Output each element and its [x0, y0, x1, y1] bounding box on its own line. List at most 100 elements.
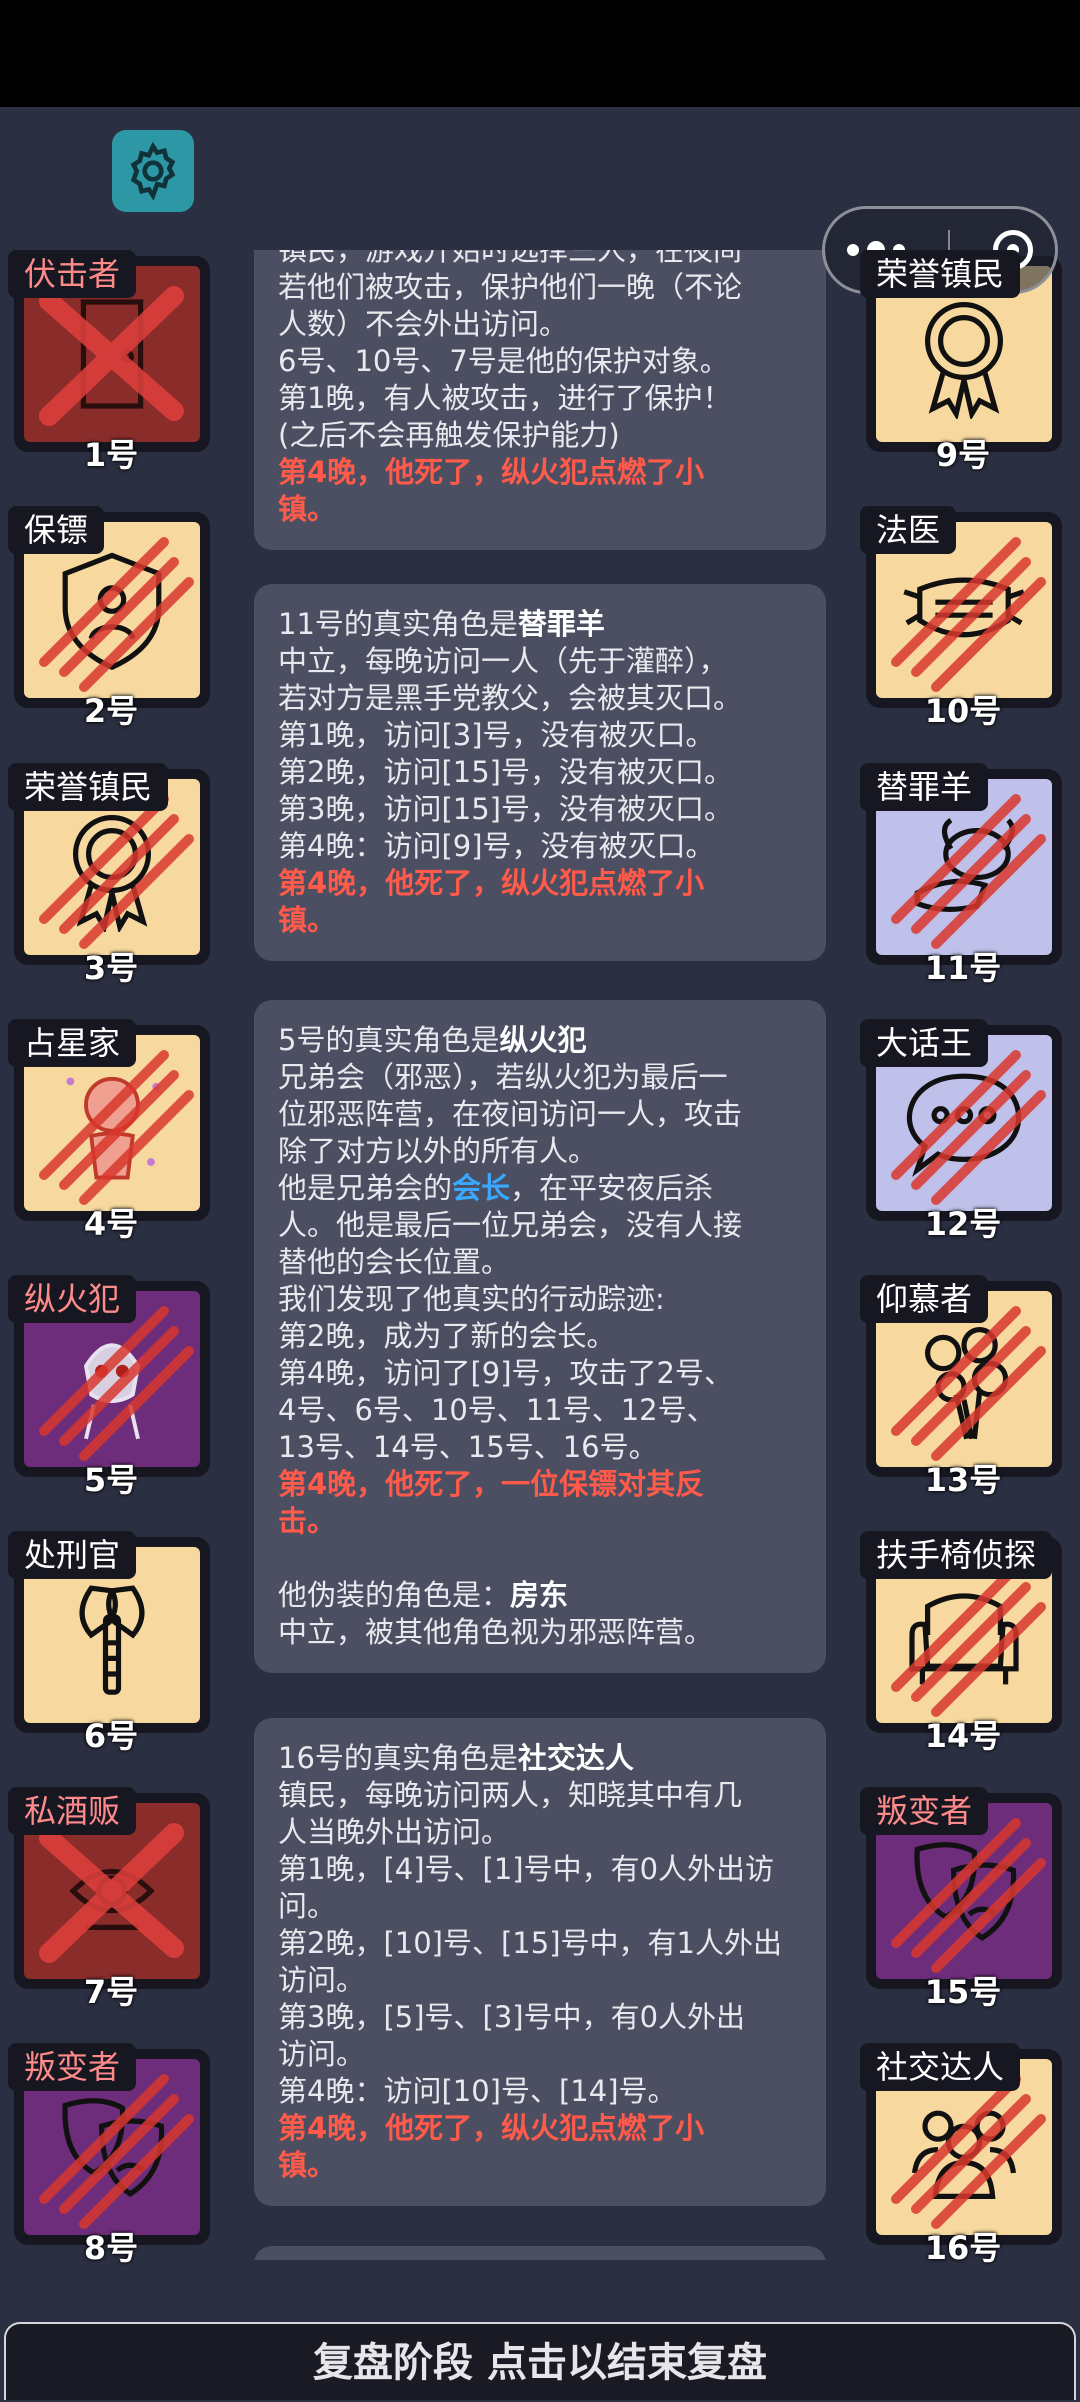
- death-note: 镇。: [278, 2148, 337, 2182]
- player-number: 2号: [83, 692, 139, 730]
- player-number: 15号: [924, 1973, 1002, 2011]
- message-line: 人。他是最后一位兄弟会，没有人接: [278, 1208, 743, 1242]
- role-label: 保镖: [8, 506, 105, 554]
- message-card: 5号的真实角色是纵火犯 兄弟会（邪恶），若纵火犯为最后一 位邪恶阵营，在夜间访问…: [254, 1000, 826, 1673]
- player-slot-4[interactable]: 占星家 4号: [8, 1019, 214, 1243]
- role-label: 叛变者: [8, 2043, 137, 2091]
- settings-button[interactable]: [112, 130, 194, 212]
- message-line: 第4晚，访问了[9]号，攻击了2号、: [278, 1356, 733, 1390]
- message-line: 访问。: [278, 1963, 366, 1997]
- player-slot-5[interactable]: 纵火犯 5号: [8, 1275, 214, 1499]
- player-number: 7号: [83, 1973, 139, 2011]
- message-line: 镇民，每晚访问两人，知晓其中有几: [278, 1778, 743, 1812]
- message-line: 第4晚：访问[10]号、[14]号。: [278, 2074, 677, 2108]
- player-number: 4号: [83, 1205, 139, 1243]
- player-number: 11号: [924, 949, 1002, 987]
- player-number: 8号: [83, 2229, 139, 2267]
- message-title: 11号的真实角色是替罪羊: [278, 607, 605, 641]
- message-card: [254, 2246, 826, 2260]
- message-line: 位邪恶阵营，在夜间访问一人，攻击: [278, 1097, 743, 1131]
- message-line: (之后不会再触发保护能力): [278, 418, 620, 452]
- message-line: 第1晚，有人被攻击，进行了保护！: [278, 381, 732, 415]
- review-message-list[interactable]: 镇民，游戏开始时选择三人，在夜间 若他们被攻击，保护他们一晚（不论 人数）不会外…: [254, 250, 826, 2260]
- player-slot-6[interactable]: 处刑官 6号: [8, 1531, 214, 1755]
- gear-icon: [130, 141, 176, 201]
- role-label: 叛变者: [860, 1787, 989, 1835]
- player-slot-3[interactable]: 荣誉镇民 3号: [8, 763, 214, 987]
- death-note: 镇。: [278, 903, 337, 937]
- death-note: 击。: [278, 1504, 337, 1538]
- message-line: 第1晚，访问[3]号，没有被灭口。: [278, 718, 715, 752]
- player-slot-7[interactable]: 私酒贩 7号: [8, 1787, 214, 2011]
- player-number: 9号: [935, 436, 991, 474]
- player-number: 1号: [83, 436, 139, 474]
- message-card: 16号的真实角色是社交达人 镇民，每晚访问两人，知晓其中有几 人当晚外出访问。 …: [254, 1718, 826, 2206]
- message-line: 13号、14号、15号、16号。: [278, 1430, 658, 1464]
- message-line: 第2晚，成为了新的会长。: [278, 1319, 616, 1353]
- death-note: 第4晚，他死了，一位保镖对其反: [278, 1467, 705, 1501]
- message-line: 若他们被攻击，保护他们一晚（不论: [278, 270, 743, 304]
- disguise-line: 他伪装的角色是：房东: [278, 1578, 569, 1612]
- player-number: 3号: [83, 949, 139, 987]
- message-line: 他是兄弟会的会长，在平安夜后杀: [278, 1171, 714, 1205]
- player-number: 14号: [924, 1717, 1002, 1755]
- message-line: 问。: [278, 1889, 337, 1923]
- role-label: 大话王: [860, 1019, 989, 1067]
- player-number: 6号: [83, 1717, 139, 1755]
- message-line: 6号、10号、7号是他的保护对象。: [278, 344, 729, 378]
- player-number: 13号: [924, 1461, 1002, 1499]
- role-label: 荣誉镇民: [8, 763, 169, 811]
- message-line: 镇民，游戏开始时选择三人，在夜间: [278, 250, 743, 267]
- player-slot-10[interactable]: 法医 10号: [860, 506, 1066, 730]
- message-line: 第1晚，[4]号、[1]号中，有0人外出访: [278, 1852, 775, 1886]
- role-label: 法医: [860, 506, 957, 554]
- player-slot-1[interactable]: 伏击者 1号: [8, 250, 214, 474]
- player-number: 10号: [924, 692, 1002, 730]
- role-label: 扶手椅侦探: [860, 1531, 1053, 1579]
- death-note: 第4晚，他死了，纵火犯点燃了小: [278, 866, 705, 900]
- message-title: 5号的真实角色是纵火犯: [278, 1023, 587, 1057]
- message-line: 替他的会长位置。: [278, 1245, 511, 1279]
- role-label: 仰慕者: [860, 1275, 989, 1323]
- role-label: 荣誉镇民: [860, 250, 1021, 298]
- message-card: 11号的真实角色是替罪羊 中立，每晚访问一人（先于灌醉）， 若对方是黑手党教父，…: [254, 584, 826, 961]
- role-label: 社交达人: [860, 2043, 1021, 2091]
- death-note: 第4晚，他死了，纵火犯点燃了小: [278, 2111, 705, 2145]
- message-title: 16号的真实角色是社交达人: [278, 1741, 634, 1775]
- role-label: 占星家: [8, 1019, 137, 1067]
- role-label: 伏击者: [8, 250, 137, 298]
- message-line: 第4晚：访问[9]号，没有被灭口。: [278, 829, 715, 863]
- message-line: 除了对方以外的所有人。: [278, 1134, 598, 1168]
- message-line: 若对方是黑手党教父，会被其灭口。: [278, 681, 743, 715]
- message-line: 第2晚，访问[15]号，没有被灭口。: [278, 755, 733, 789]
- message-line: 我们发现了他真实的行动踪迹:: [278, 1282, 665, 1316]
- message-line: 中立，每晚访问一人（先于灌醉），: [278, 644, 728, 678]
- message-line: 兄弟会（邪恶），若纵火犯为最后一: [278, 1060, 728, 1094]
- message-line: 访问。: [278, 2037, 366, 2071]
- player-slot-15[interactable]: 叛变者 15号: [860, 1787, 1066, 2011]
- message-line: 中立，被其他角色视为邪恶阵营。: [278, 1615, 714, 1649]
- role-label: 处刑官: [8, 1531, 137, 1579]
- status-bar: [0, 0, 1080, 107]
- player-slot-14[interactable]: 扶手椅侦探 14号: [860, 1531, 1066, 1755]
- player-slot-13[interactable]: 仰慕者 13号: [860, 1275, 1066, 1499]
- death-note: 第4晚，他死了，纵火犯点燃了小: [278, 455, 705, 489]
- player-slot-8[interactable]: 叛变者 8号: [8, 2043, 214, 2267]
- player-slot-11[interactable]: 替罪羊 11号: [860, 763, 1066, 987]
- message-card: 镇民，游戏开始时选择三人，在夜间 若他们被攻击，保护他们一晚（不论 人数）不会外…: [254, 250, 826, 550]
- role-label: 替罪羊: [860, 763, 989, 811]
- axe-icon: [79, 1585, 145, 1695]
- message-line: 第2晚，[10]号、[15]号中，有1人外出: [278, 1926, 782, 1960]
- message-line: 4号、6号、10号、11号、12号、: [278, 1393, 716, 1427]
- end-review-button[interactable]: 复盘阶段 点击以结束复盘: [4, 2322, 1076, 2400]
- player-slot-12[interactable]: 大话王 12号: [860, 1019, 1066, 1243]
- player-slot-16[interactable]: 社交达人 16号: [860, 2043, 1066, 2267]
- player-slot-2[interactable]: 保镖 2号: [8, 506, 214, 730]
- message-line: 第3晚，访问[15]号，没有被灭口。: [278, 792, 733, 826]
- medal-icon: [925, 302, 1003, 419]
- message-line: 人数）不会外出访问。: [278, 307, 569, 341]
- message-line: 第3晚，[5]号、[3]号中，有0人外出: [278, 2000, 746, 2034]
- player-number: 12号: [924, 1205, 1002, 1243]
- role-label: 纵火犯: [8, 1275, 137, 1323]
- player-number: 5号: [83, 1461, 139, 1499]
